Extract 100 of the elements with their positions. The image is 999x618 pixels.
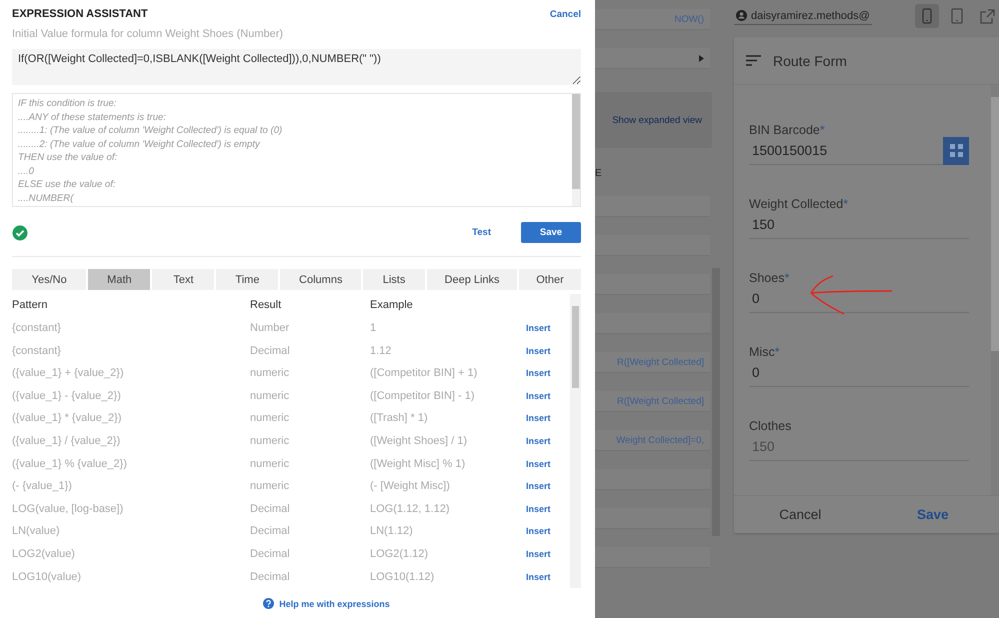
test-link[interactable]: Test (472, 227, 491, 238)
category-tab[interactable]: Lists (363, 269, 426, 290)
pattern-cell-text: LOG(value, [log-base]) (12, 502, 124, 515)
menu-icon[interactable] (746, 55, 761, 66)
formula-field[interactable] (595, 469, 710, 490)
example-cell-text: LN(1.12) (370, 525, 414, 538)
field-label: Shoes* (749, 271, 790, 285)
form-title: Route Form (773, 52, 847, 68)
explanation-line: THEN use the value of: (18, 151, 118, 164)
insert-link[interactable]: Insert (526, 504, 566, 514)
explanation-line: ........2: (The value of column 'Weight Collected') is empty (18, 138, 261, 151)
explanation-line: ELSE use the value of: (18, 178, 117, 192)
scrollbar[interactable] (570, 294, 581, 588)
result-cell-text: numeric (250, 434, 290, 447)
result-cell-text: Decimal (250, 548, 291, 560)
insert-link[interactable]: Insert (526, 572, 566, 582)
column-header: Example (370, 299, 414, 312)
category-tab[interactable]: Deep Links (427, 269, 517, 290)
cancel-link[interactable]: Cancel (550, 8, 581, 20)
result-cell-text: Decimal (250, 344, 291, 357)
field-label: Clothes (749, 419, 792, 433)
pattern-cell-text: LOG10(value) (12, 570, 82, 583)
person-icon (736, 10, 747, 21)
result-cell-text: numeric (250, 458, 290, 470)
save-button[interactable]: Save (521, 222, 581, 243)
example-cell-text: ([Trash] * 1) (370, 412, 429, 424)
result-cell-text: Number (250, 322, 290, 334)
example-cell-text: LOG10(1.12) (370, 570, 436, 583)
help-link[interactable]: Help me with expressions (263, 598, 390, 609)
result-cell-text: numeric (250, 412, 290, 424)
phone-icon (922, 8, 932, 24)
category-tab[interactable]: Other (519, 269, 582, 290)
pattern-cell-text: ({value_1} / {value_2}) (12, 434, 122, 447)
qr-code-icon (950, 144, 962, 157)
insert-link[interactable]: Insert (526, 481, 566, 492)
form-input[interactable]: 150 (749, 211, 969, 239)
insert-link[interactable]: Insert (526, 322, 566, 333)
external-link-icon (980, 8, 994, 24)
column-header: Result (250, 299, 282, 312)
dropdown-field[interactable] (595, 48, 710, 69)
explanation-line: ....ANY of these statements is true: (18, 110, 168, 124)
insert-link[interactable]: Insert (526, 549, 566, 559)
result-cell-text: Decimal (250, 525, 291, 538)
example-cell-text: 1.12 (370, 344, 392, 357)
insert-link[interactable]: Insert (526, 413, 566, 424)
example-cell-text: ([Competitor BIN] + 1) (370, 367, 478, 380)
user-field[interactable]: daisyramirez.methods@ (734, 8, 872, 24)
scrollbar[interactable] (991, 85, 999, 495)
formula-field[interactable] (595, 508, 710, 529)
category-tab[interactable]: Columns (280, 269, 362, 290)
result-cell-text: Decimal (250, 570, 291, 583)
insert-link[interactable]: Insert (526, 390, 566, 401)
category-tab[interactable]: Yes/No (12, 269, 86, 290)
formula-field[interactable] (595, 274, 710, 295)
section-heading: E (595, 167, 603, 181)
formula-field[interactable] (595, 235, 710, 256)
insert-link[interactable]: Insert (526, 436, 566, 446)
field-label: Weight Collected* (749, 197, 850, 211)
scan-button[interactable] (943, 136, 969, 164)
pattern-cell-text: {constant} (12, 344, 62, 357)
cancel-button[interactable]: Cancel (734, 496, 866, 533)
form-input[interactable]: 0 (749, 359, 969, 387)
example-cell-text: 1 (370, 322, 378, 334)
dialog-subtitle: Initial Value formula for column Weight Shoes (Number) (12, 28, 284, 40)
pattern-cell-text: LOG2(value) (12, 548, 76, 560)
explanation-line: IF this condition is true: (18, 97, 118, 110)
expanded-view-link[interactable]: Show expanded view (612, 114, 702, 126)
explanation-line: ....NUMBER( (18, 192, 75, 205)
field-label: Misc* (749, 345, 781, 359)
example-cell-text: LOG2(1.12) (370, 548, 430, 560)
insert-link[interactable]: Insert (526, 346, 566, 356)
form-input[interactable]: 1500150015 (749, 137, 969, 165)
pattern-cell-text: {constant} (12, 322, 62, 334)
example-cell-text: ([Weight Misc] % 1) (370, 458, 466, 470)
example-cell-text: ([Weight Shoes] / 1) (370, 434, 468, 447)
category-tab[interactable]: Text (152, 269, 214, 290)
pattern-cell-text: LN(value) (12, 525, 61, 538)
form-input[interactable]: 0 (749, 285, 969, 313)
category-tab[interactable]: Time (216, 269, 278, 290)
formula-field[interactable] (595, 313, 710, 334)
insert-link[interactable]: Insert (526, 458, 566, 469)
insert-link[interactable]: Insert (526, 368, 566, 378)
pattern-cell-text: ({value_1} % {value_2}) (12, 458, 128, 470)
tablet-icon (951, 8, 963, 24)
insert-link[interactable]: Insert (526, 526, 566, 536)
dialog-title: EXPRESSION ASSISTANT (12, 8, 148, 20)
category-tab[interactable]: Math (88, 269, 150, 290)
example-cell-text: LOG(1.12, 1.12) (370, 502, 450, 515)
result-cell-text: numeric (250, 367, 290, 380)
pattern-cell-text: (- {value_1}) (12, 480, 73, 492)
formula-field[interactable] (595, 196, 710, 217)
column-header: Pattern (12, 299, 48, 312)
result-cell-text: numeric (250, 480, 290, 492)
formula-input[interactable]: If(OR([Weight Collected]=0,ISBLANK([Weight Collected])),0,NUMBER(" ")) (12, 49, 581, 85)
device-button[interactable] (915, 4, 939, 28)
explanation-line: ....0 (18, 164, 35, 178)
formula-field[interactable] (595, 547, 710, 568)
example-cell-text: (- [Weight Misc]) (370, 480, 451, 492)
pattern-cell-text: ({value_1} - {value_2}) (12, 390, 122, 402)
scrollbar[interactable] (572, 94, 580, 206)
